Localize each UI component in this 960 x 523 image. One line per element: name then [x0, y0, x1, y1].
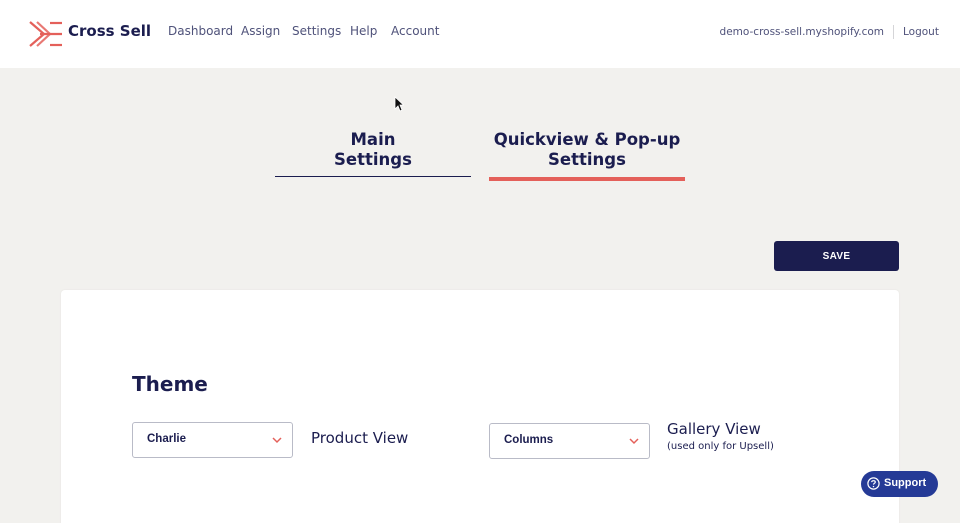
tab-quick-active-underline	[489, 177, 685, 181]
gallery-view-select[interactable]: Columns	[489, 423, 650, 459]
mouse-cursor-icon	[394, 96, 404, 112]
gallery-view-value: Columns	[504, 434, 554, 446]
gallery-view-note: (used only for Upsell)	[667, 441, 774, 452]
save-button[interactable]: SAVE	[774, 241, 899, 271]
product-view-value: Charlie	[147, 433, 186, 445]
cross-sell-logo-icon[interactable]	[28, 20, 62, 48]
tab-quickview-settings[interactable]: Quickview & Pop-up Settings	[489, 130, 685, 170]
nav-dashboard[interactable]: Dashboard	[168, 24, 233, 38]
tab-main-underline	[275, 176, 471, 177]
product-view-select[interactable]: Charlie	[132, 422, 293, 458]
chevron-down-icon	[629, 438, 639, 445]
support-label: Support	[884, 477, 927, 489]
nav-settings[interactable]: Settings	[292, 24, 341, 38]
nav-assign[interactable]: Assign	[241, 24, 280, 38]
tab-main-line1: Main	[350, 130, 396, 149]
support-button[interactable]: Support	[861, 471, 938, 497]
top-navbar: Cross Sell Dashboard Assign Settings Hel…	[0, 0, 960, 68]
gallery-view-label: Gallery View	[667, 420, 761, 438]
nav-account[interactable]: Account	[391, 24, 439, 38]
settings-card	[61, 290, 899, 523]
question-circle-icon	[867, 477, 880, 490]
tab-quick-line1: Quickview & Pop-up	[493, 130, 681, 149]
header-divider	[893, 25, 894, 39]
chevron-down-icon	[272, 437, 282, 444]
product-view-label: Product View	[311, 429, 409, 447]
logout-link[interactable]: Logout	[903, 26, 939, 38]
tab-main-line2: Settings	[334, 150, 412, 169]
shop-domain: demo-cross-sell.myshopify.com	[719, 26, 884, 38]
theme-heading: Theme	[132, 372, 208, 396]
nav-help[interactable]: Help	[350, 24, 377, 38]
tab-quick-line2: Settings	[548, 150, 626, 169]
brand-name[interactable]: Cross Sell	[68, 22, 151, 40]
tab-main-settings[interactable]: Main Settings	[275, 130, 471, 170]
